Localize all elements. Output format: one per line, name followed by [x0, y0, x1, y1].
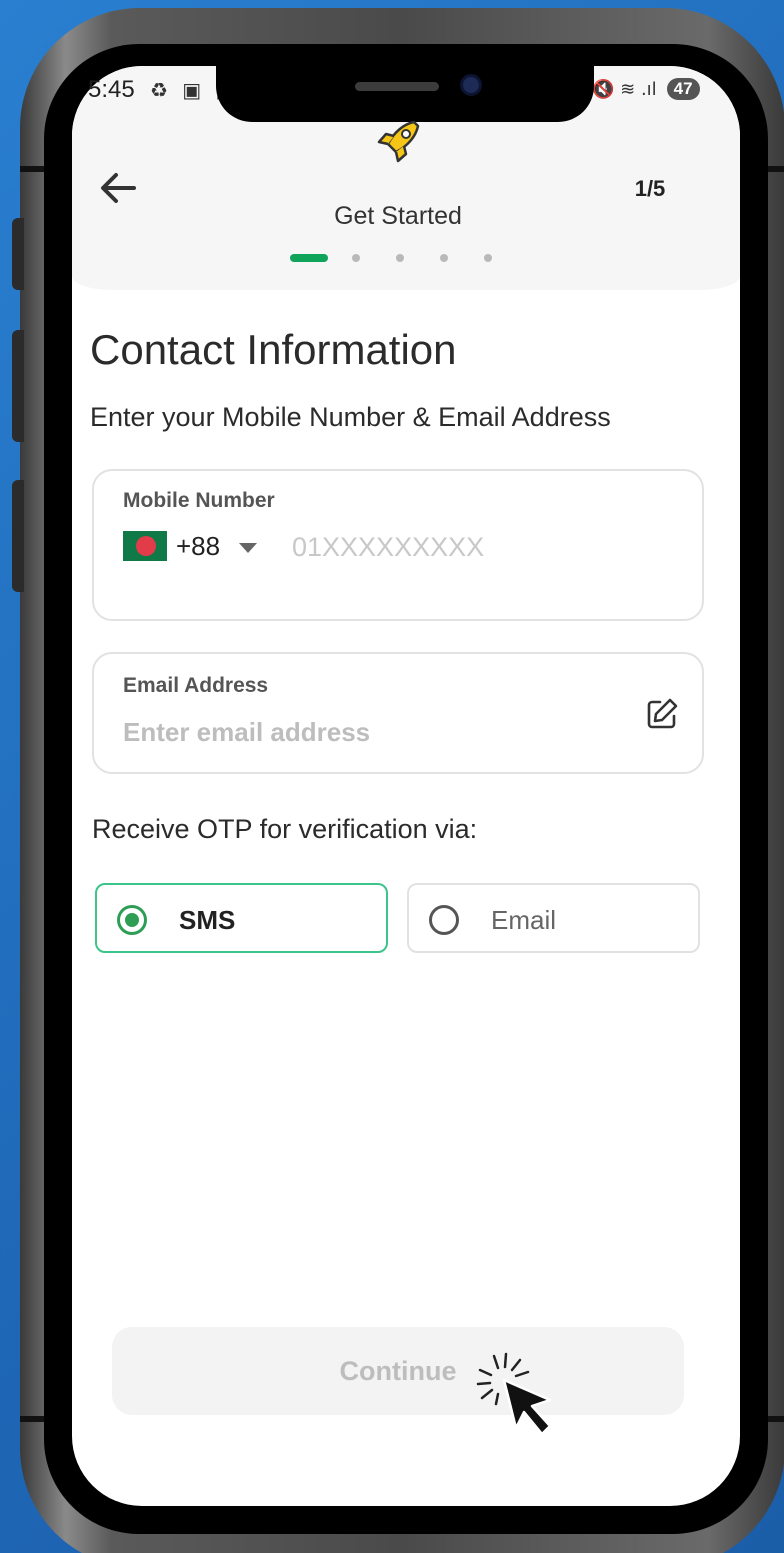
progress-step [484, 254, 492, 262]
email-input[interactable] [123, 714, 623, 750]
phone-side-button [12, 218, 24, 290]
step-counter: 1/5 [634, 176, 666, 201]
phone-side-button [12, 330, 24, 442]
click-cursor-icon [476, 1352, 552, 1436]
otp-option-label: Email [491, 905, 557, 935]
battery-badge: 47 [666, 78, 700, 100]
rocket-icon [377, 120, 420, 163]
mobile-number-input[interactable] [292, 529, 672, 565]
radio-selected-icon[interactable] [117, 905, 147, 935]
header-title: Get Started [334, 202, 462, 230]
phone-antenna-line [20, 166, 46, 172]
radio-unselected-icon[interactable] [429, 905, 459, 935]
otp-option-label: SMS [179, 905, 236, 935]
earpiece-speaker [355, 82, 439, 91]
status-time: 5:45 [88, 76, 135, 103]
page-title: Contact Information [90, 326, 457, 373]
page-subtitle: Enter your Mobile Number & Email Address [90, 402, 611, 432]
front-camera [460, 74, 482, 96]
back-arrow-icon[interactable] [98, 168, 138, 208]
country-code[interactable]: +88 [176, 531, 220, 562]
otp-option-sms[interactable]: SMS [95, 883, 388, 953]
mobile-number-label: Mobile Number [123, 489, 275, 512]
progress-step [396, 254, 404, 262]
continue-button[interactable]: Continue [112, 1327, 684, 1415]
camera-notch [216, 62, 594, 122]
phone-antenna-line [20, 1416, 46, 1422]
email-address-field: Email Address [92, 652, 704, 774]
chevron-down-icon[interactable] [239, 543, 257, 553]
bangladesh-flag-icon[interactable] [123, 531, 167, 561]
status-signal-icons: 🔇 ≋ .ıl [592, 78, 657, 100]
progress-step-active [290, 254, 328, 262]
mobile-number-field: Mobile Number +88 [92, 469, 704, 621]
app-screen [72, 66, 740, 1506]
progress-step [440, 254, 448, 262]
otp-method-label: Receive OTP for verification via: [92, 814, 478, 844]
phone-side-button [12, 480, 24, 592]
status-right: 🔇 ≋ .ıl 47 [592, 78, 700, 100]
edit-icon[interactable] [644, 696, 680, 732]
otp-option-email[interactable]: Email [407, 883, 700, 953]
email-address-label: Email Address [123, 674, 269, 697]
step-progress [290, 254, 528, 262]
progress-step [352, 254, 360, 262]
